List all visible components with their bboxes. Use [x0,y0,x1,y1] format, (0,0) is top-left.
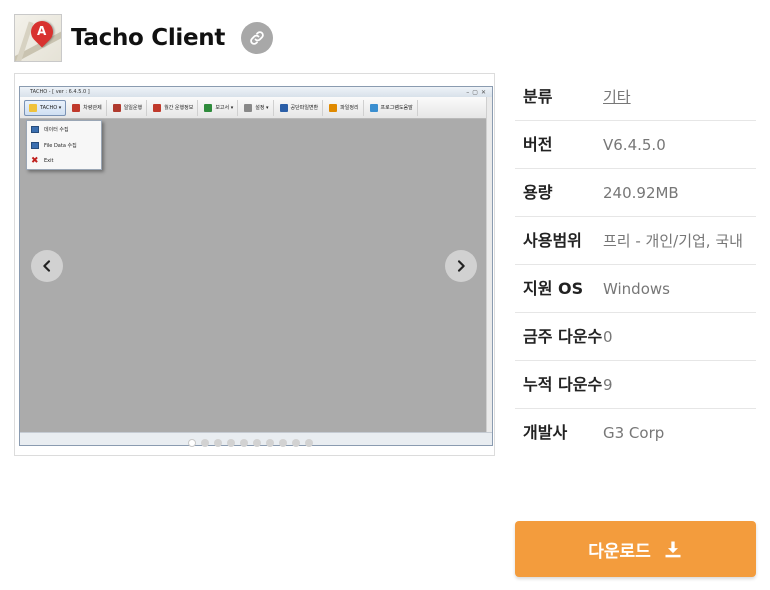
toolbar-icon [329,103,338,112]
screenshot-toolbar-button: 월간 운행정보 [149,99,199,116]
carousel-dot[interactable] [188,439,196,447]
info-row: 개발사 G3 Corp [515,409,756,456]
info-value: V6.4.5.0 [603,136,666,154]
app-info-table: 분류 기타버전 V6.4.5.0 용량 240.92MB 사용범위 프리 - 개인/기업, … [515,73,756,456]
category-link[interactable]: 기타 [603,85,756,109]
screenshot-toolbar-button: 일일운행 [109,99,148,116]
info-label: 버전 [523,135,553,154]
toolbar-icon [112,103,121,112]
carousel-dot[interactable] [227,439,235,447]
info-value: 240.92MB [603,184,679,202]
screenshot-toolbar: TACHO ▾ 차량관제 일일운행 월간 운행정보 보고서 ▾ 설정 ▾ 공단파일변환 파일정… [20,97,492,119]
screenshot-toolbar-button: 파일정리 [325,99,364,116]
app-title: Tacho Client [71,25,226,51]
screenshot-dropdown-menu: 데이터 수집 File Data 수집 ✖ Exit [26,120,102,170]
toolbar-icon [369,103,378,112]
info-label: 지원 OS [523,279,584,298]
chevron-left-icon [43,260,51,272]
screenshot-window: TACHO - [ ver : 6.4.5.0 ] –▢✕ TACHO ▾ 차량관… [19,86,493,446]
carousel-dot[interactable] [279,439,287,447]
info-label: 누적 다운수 [523,375,603,394]
info-label: 사용범위 [523,231,582,250]
info-row: 지원 OS Windows [515,265,756,313]
app-header: A Tacho Client [14,14,274,62]
carousel-dot[interactable] [201,439,209,447]
info-row: 분류 기타 [515,73,756,121]
toolbar-icon [153,103,162,112]
screenshot-toolbar-button: 보고서 ▾ [200,99,239,116]
toolbar-button-label: 차량관제 [83,105,102,111]
info-row: 누적 다운수 9 [515,361,756,409]
download-button[interactable]: 다운로드 [515,521,756,577]
toolbar-button-label: 파일정리 [340,105,359,111]
screenshot-scrollbar [486,97,492,433]
info-value: Windows [603,280,670,298]
info-row: 금주 다운수 0 [515,313,756,361]
info-label: 용량 [523,183,553,202]
carousel-dot[interactable] [305,439,313,447]
data-icon [31,125,39,133]
info-value: 0 [603,328,613,346]
toolbar-button-label: 일일운행 [123,105,143,111]
exit-icon: ✖ [31,156,39,166]
carousel-dots [188,439,313,447]
chevron-right-icon [457,260,465,272]
screenshot-toolbar-button: TACHO ▾ [24,99,67,116]
link-icon [250,31,264,45]
carousel-dot[interactable] [240,439,248,447]
toolbar-icon [279,103,288,112]
download-icon [665,541,681,558]
info-value: 프리 - 개인/기업, 국내 [603,232,743,250]
toolbar-icon [72,103,81,112]
screenshot-carousel: TACHO - [ ver : 6.4.5.0 ] –▢✕ TACHO ▾ 차량관… [14,73,495,456]
info-row: 용량 240.92MB [515,169,756,217]
app-icon: A [14,14,62,62]
carousel-dot[interactable] [266,439,274,447]
carousel-dot[interactable] [214,439,222,447]
screenshot-menu-item: ✖ Exit [27,153,101,169]
file-icon [31,141,39,149]
menu-item-label: Exit [44,158,54,164]
download-label: 다운로드 [588,541,651,562]
screenshot-window-title: TACHO - [ ver : 6.4.5.0 ] –▢✕ [20,87,492,97]
carousel-prev-button[interactable] [31,250,63,282]
info-row: 사용범위 프리 - 개인/기업, 국내 [515,217,756,265]
copy-link-button[interactable] [241,22,274,54]
toolbar-button-label: 보고서 ▾ [215,105,234,111]
screenshot-toolbar-button: 차량관제 [68,99,107,116]
info-value: G3 Corp [603,424,665,442]
menu-item-label: File Data 수집 [44,142,77,149]
toolbar-button-label: 프로그램도움말 [380,105,413,111]
carousel-dot[interactable] [292,439,300,447]
menu-item-label: 데이터 수집 [44,126,69,133]
screenshot-menu-item: File Data 수집 [27,137,101,153]
info-label: 금주 다운수 [523,327,603,346]
carousel-dot[interactable] [253,439,261,447]
info-value: 9 [603,376,613,394]
toolbar-button-label: 월간 운행정보 [164,105,194,111]
carousel-next-button[interactable] [445,250,477,282]
screenshot-toolbar-button: 설정 ▾ [240,99,274,116]
toolbar-button-label: TACHO ▾ [40,104,62,111]
toolbar-button-label: 설정 ▾ [255,105,269,111]
screenshot-menu-item: 데이터 수집 [27,121,101,137]
app-icon-letter: A [37,24,47,38]
screenshot-toolbar-button: 공단파일변환 [276,99,324,116]
toolbar-icon [244,103,253,112]
toolbar-button-label: 공단파일변환 [290,105,319,111]
screenshot-toolbar-button: 프로그램도움말 [366,99,418,116]
info-row: 버전 V6.4.5.0 [515,121,756,169]
toolbar-icon [29,103,37,112]
info-label: 개발사 [523,423,568,442]
info-label: 분류 [523,87,553,106]
toolbar-icon [204,103,213,112]
